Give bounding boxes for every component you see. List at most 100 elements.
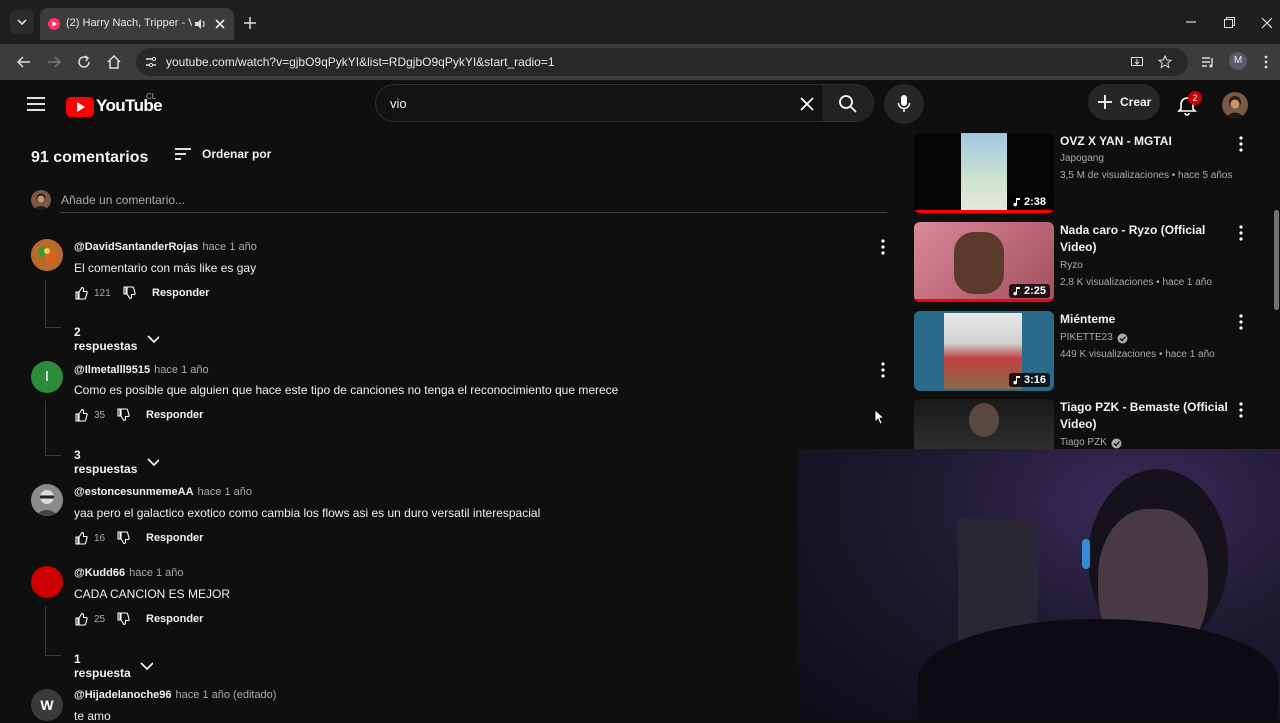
video-options-icon[interactable] — [1237, 224, 1245, 242]
video-options-icon[interactable] — [1237, 313, 1245, 331]
tab-search-dropdown-button[interactable] — [10, 10, 34, 34]
microphone-icon — [897, 95, 911, 112]
comment-avatar[interactable] — [31, 566, 63, 598]
video-thumbnail[interactable] — [914, 399, 1054, 449]
show-replies-button[interactable]: 2 respuestas — [74, 325, 160, 353]
like-icon[interactable] — [74, 612, 88, 626]
comment-avatar[interactable] — [31, 484, 63, 516]
plus-icon — [1098, 95, 1112, 109]
comments-count: 91 comentarios — [31, 149, 149, 166]
reload-icon[interactable] — [76, 54, 92, 70]
profile-avatar[interactable]: M — [1229, 52, 1247, 70]
url-field[interactable]: youtube.com/watch?v=gjbO9qPykYI&list=RDg… — [136, 48, 1188, 76]
browser-tab-active[interactable]: (2) Harry Nach, Tripper - Vi — [40, 8, 234, 40]
video-title[interactable]: Nada caro - Ryzo (Official Video) — [1060, 222, 1235, 256]
clear-search-icon[interactable] — [800, 97, 814, 111]
search-input[interactable]: vio — [375, 84, 823, 122]
video-title[interactable]: Miénteme — [1060, 311, 1235, 328]
tab-title: (2) Harry Nach, Tripper - Vi — [66, 17, 192, 29]
account-avatar[interactable] — [1222, 92, 1248, 118]
browser-address-bar: youtube.com/watch?v=gjbO9qPykYI&list=RDg… — [0, 44, 1280, 80]
comment-actions: 25 Responder — [74, 612, 203, 626]
channel-name[interactable]: Tiago PZK — [1060, 436, 1122, 449]
video-options-icon[interactable] — [1237, 401, 1245, 419]
comment-author[interactable]: @DavidSantanderRojas hace 1 año — [74, 241, 257, 253]
channel-name[interactable]: Japogang — [1060, 152, 1104, 166]
comment-options-icon[interactable] — [878, 361, 888, 379]
bookmark-star-icon[interactable] — [1158, 55, 1172, 69]
chevron-down-icon — [140, 662, 153, 671]
video-thumbnail[interactable]: 3:16 — [914, 311, 1054, 391]
page-scrollbar-thumb[interactable] — [1274, 210, 1279, 310]
reply-button[interactable]: Responder — [146, 532, 203, 544]
show-replies-button[interactable]: 1 respuesta — [74, 652, 153, 680]
new-tab-icon[interactable] — [242, 15, 258, 31]
forward-arrow-icon[interactable] — [46, 54, 62, 70]
video-options-icon[interactable] — [1237, 135, 1245, 153]
thread-connector — [45, 655, 61, 656]
browser-menu-icon[interactable] — [1262, 54, 1270, 70]
restore-icon[interactable] — [1222, 16, 1236, 30]
comment-author[interactable]: @Kudd66 hace 1 año — [74, 567, 184, 579]
comment-avatar[interactable] — [31, 239, 63, 271]
search-icon — [839, 95, 857, 113]
youtube-header: YouTube CL vio Crear 2 — [0, 84, 1280, 132]
video-title[interactable]: Tiago PZK - Bemaste (Official Video) — [1060, 399, 1235, 433]
comment-avatar[interactable]: I — [31, 361, 63, 393]
voice-search-button[interactable] — [884, 84, 924, 124]
minimize-icon[interactable] — [1184, 16, 1198, 28]
close-window-icon[interactable] — [1260, 16, 1274, 30]
reply-button[interactable]: Responder — [146, 613, 203, 625]
browser-tab-bar: (2) Harry Nach, Tripper - Vi — [0, 0, 1280, 44]
like-icon[interactable] — [74, 408, 88, 422]
hamburger-menu-icon[interactable] — [26, 96, 46, 112]
video-duration: 3:16 — [1008, 373, 1050, 387]
comment-author[interactable]: @Ilmetalll9515 hace 1 año — [74, 364, 209, 376]
chevron-down-icon — [17, 19, 27, 26]
back-arrow-icon[interactable] — [16, 54, 32, 70]
show-replies-button[interactable]: 3 respuestas — [74, 448, 160, 476]
install-app-icon[interactable] — [1130, 55, 1144, 69]
add-comment-input[interactable]: Añade un comentario... — [60, 190, 887, 213]
video-thumbnail[interactable]: 2:25 — [914, 222, 1054, 302]
comment-text: Como es posible que alguien que hace est… — [74, 383, 619, 397]
like-icon[interactable] — [74, 531, 88, 545]
watch-progress-bar — [914, 299, 1054, 302]
video-duration: 2:25 — [1008, 284, 1050, 298]
music-note-icon — [1013, 198, 1020, 207]
video-title[interactable]: OVZ X YAN - MGTAI — [1060, 133, 1235, 150]
watch-progress-bar — [914, 210, 1054, 213]
close-tab-icon[interactable] — [213, 17, 227, 31]
reply-button[interactable]: Responder — [146, 409, 203, 421]
comment-author[interactable]: @Hijadelanoche96 hace 1 año (editado) — [74, 689, 276, 701]
speaker-icon[interactable] — [193, 17, 207, 31]
sort-comments-button[interactable]: Ordenar por — [174, 146, 271, 162]
like-count: 35 — [94, 409, 106, 421]
reply-button[interactable]: Responder — [152, 287, 209, 299]
youtube-logo[interactable]: YouTube CL — [66, 92, 163, 118]
search-button[interactable] — [822, 84, 874, 122]
dislike-icon[interactable] — [116, 612, 130, 626]
comment-text: te amo — [74, 709, 111, 723]
comment-author[interactable]: @estoncesunmemeAA hace 1 año — [74, 486, 252, 498]
home-icon[interactable] — [106, 54, 122, 70]
music-note-icon — [1013, 287, 1020, 296]
channel-name[interactable]: PIKETTE23 — [1060, 331, 1128, 345]
notifications-button[interactable]: 2 — [1176, 91, 1202, 118]
related-video-item[interactable]: Tiago PZK - Bemaste (Official Video) Tia… — [914, 399, 1254, 449]
video-thumbnail[interactable]: 2:38 — [914, 133, 1054, 213]
channel-name[interactable]: Ryzo — [1060, 259, 1083, 273]
chevron-down-icon — [147, 458, 160, 467]
comment-actions: 121 Responder — [74, 286, 209, 300]
thread-connector — [45, 455, 61, 456]
media-controls-icon[interactable] — [1200, 54, 1216, 70]
site-settings-icon[interactable] — [144, 55, 158, 69]
comment-avatar[interactable]: W — [31, 689, 63, 721]
dislike-icon[interactable] — [122, 286, 136, 300]
comment-options-icon[interactable] — [878, 238, 888, 256]
dislike-icon[interactable] — [116, 408, 130, 422]
dislike-icon[interactable] — [116, 531, 130, 545]
youtube-favicon-icon — [48, 18, 60, 30]
create-button[interactable]: Crear — [1088, 84, 1160, 120]
like-icon[interactable] — [74, 286, 88, 300]
